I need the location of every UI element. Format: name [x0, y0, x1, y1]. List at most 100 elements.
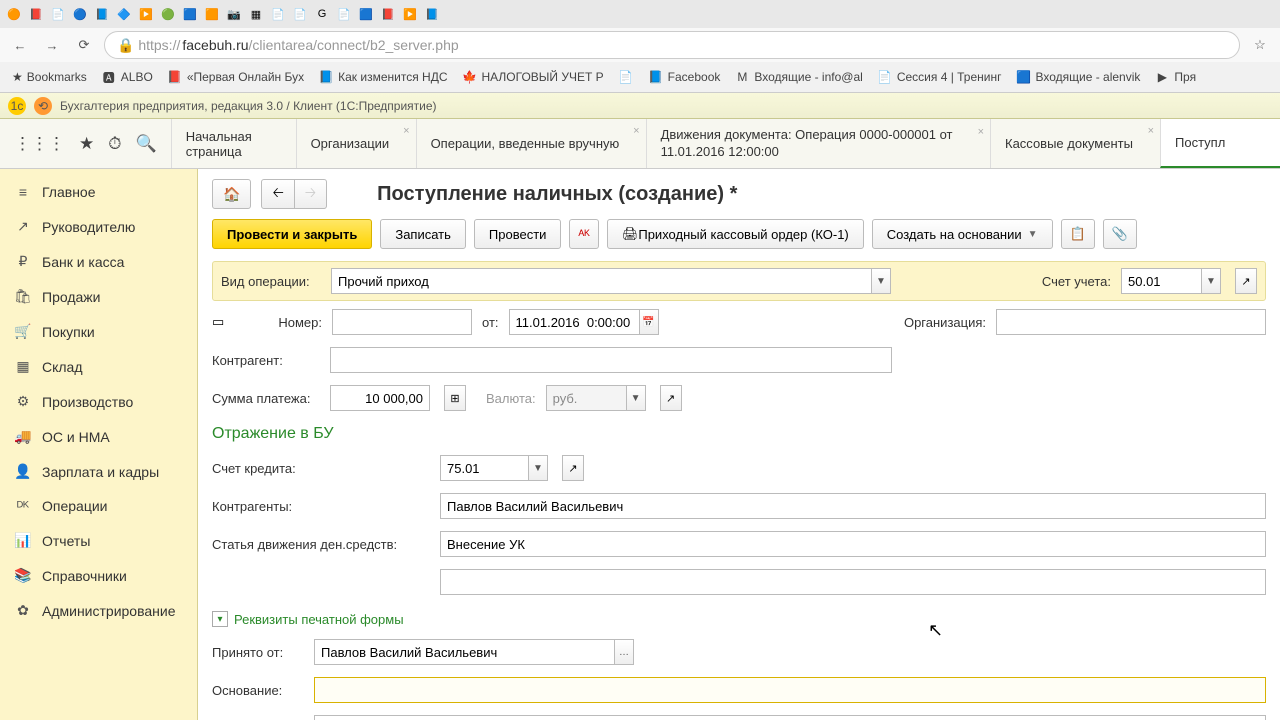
close-icon[interactable]: × — [1148, 125, 1154, 137]
app-tabbar: ⋮⋮⋮ ★ ⏱ 🔍 Начальная страница Организации… — [0, 119, 1280, 169]
post-close-button[interactable]: Провести и закрыть — [212, 219, 372, 249]
dk-button[interactable]: ᴬᴷ — [569, 219, 598, 249]
bookmark[interactable]: 🍁НАЛОГОВЫЙ УЧЕТ Р — [457, 67, 607, 87]
op-type-input[interactable] — [331, 268, 871, 294]
chevron-down-icon[interactable]: ▼ — [871, 268, 891, 294]
tab-receipt[interactable]: Поступл — [1160, 119, 1280, 168]
sidebar-item-purchases[interactable]: 🛒Покупки — [0, 314, 197, 349]
ruble-icon: ₽ — [14, 253, 32, 270]
sidebar-item-warehouse[interactable]: ▦Склад — [0, 349, 197, 384]
amount-input[interactable] — [330, 385, 430, 411]
bookmark[interactable]: 🟦Входящие - alenvik — [1011, 67, 1144, 87]
settings-icon: ✿ — [14, 602, 32, 619]
close-icon[interactable]: × — [633, 125, 639, 137]
extra-input[interactable] — [440, 569, 1266, 595]
sidebar-item-sales[interactable]: 🛍Продажи — [0, 279, 197, 314]
app-close-icon[interactable]: ⟲ — [34, 97, 52, 115]
open-icon[interactable]: ↗ — [660, 385, 682, 411]
date-input[interactable] — [509, 309, 639, 335]
chevron-down-icon[interactable]: ▼ — [626, 385, 646, 411]
close-icon[interactable]: × — [403, 125, 409, 137]
sidebar-item-main[interactable]: ≡Главное — [0, 175, 197, 209]
menu-icon: ≡ — [14, 184, 32, 200]
sidebar-item-dictionaries[interactable]: 📚Справочники — [0, 558, 197, 593]
forward-icon[interactable]: → — [40, 33, 64, 57]
window-titlebar: 1c ⟲ Бухгалтерия предприятия, редакция 3… — [0, 93, 1280, 119]
close-icon[interactable]: × — [978, 125, 984, 139]
tab-orgs[interactable]: Организации× — [296, 119, 416, 168]
sidebar-item-operations[interactable]: ᴰᴷОперации — [0, 489, 197, 523]
bookmark[interactable]: 📄 — [614, 67, 638, 87]
chevron-down-icon[interactable]: ▼ — [528, 455, 548, 481]
sidebar-item-reports[interactable]: 📊Отчеты — [0, 523, 197, 558]
bookmark[interactable]: ▶Пря — [1150, 67, 1200, 87]
counterparty-input[interactable] — [330, 347, 892, 373]
org-label: Организация: — [904, 315, 986, 330]
basis-input[interactable] — [314, 677, 1266, 703]
tab-cash-docs[interactable]: Кассовые документы× — [990, 119, 1160, 168]
lock-icon: 🔒 — [117, 37, 134, 54]
save-button[interactable]: Записать — [380, 219, 466, 249]
reload-icon[interactable]: ⟳ — [72, 33, 96, 57]
dk-icon: ᴰᴷ — [14, 498, 32, 514]
open-icon[interactable]: ↗ — [1235, 268, 1257, 294]
history-icon[interactable]: ⏱ — [108, 134, 121, 154]
bookmark[interactable]: 🅰ALBO — [97, 67, 157, 87]
currency-label: Валюта: — [486, 391, 536, 406]
address-row: ← → ⟳ 🔒 https:// facebuh.ru /clientarea/… — [0, 28, 1280, 62]
tab-home[interactable]: Начальная страница — [171, 119, 296, 168]
received-input[interactable] — [314, 639, 614, 665]
account-input[interactable] — [1121, 268, 1201, 294]
tab-doc-movements[interactable]: Движения документа: Операция 0000-000001… — [646, 119, 990, 168]
attach-button[interactable]: 📎 — [1103, 219, 1137, 249]
sidebar-item-bank[interactable]: ₽Банк и касса — [0, 244, 197, 279]
nav-back-button[interactable]: 🡠 — [261, 179, 294, 209]
credit-acc-input[interactable] — [440, 455, 528, 481]
grid-icon: ▦ — [14, 358, 32, 375]
sidebar: ≡Главное ↗Руководителю ₽Банк и касса 🛍Пр… — [0, 169, 198, 720]
post-button[interactable]: Провести — [474, 219, 562, 249]
tab-manual-ops[interactable]: Операции, введенные вручную× — [416, 119, 646, 168]
sidebar-item-admin[interactable]: ✿Администрирование — [0, 593, 197, 628]
sidebar-item-hr[interactable]: 👤Зарплата и кадры — [0, 454, 197, 489]
page-title: Поступление наличных (создание) * — [377, 183, 737, 206]
browser-chrome: 🟠📕📄 🔵📘🔷 ▶️🟢🟦 🟧📷▦ 📄📄G 📄🟦📕 ▶️📘 ← → ⟳ 🔒 htt… — [0, 0, 1280, 93]
print-requisites-toggle[interactable]: ▾ Реквизиты печатной формы — [212, 611, 1266, 627]
bookmark[interactable]: 📘Facebook — [644, 67, 725, 87]
dds-input[interactable] — [440, 531, 1266, 557]
operation-type-row: Вид операции: ▼ Счет учета: ▼ ↗ — [212, 261, 1266, 301]
toolbar: Провести и закрыть Записать Провести ᴬᴷ … — [212, 219, 1266, 249]
pko-button[interactable]: 🖨 Приходный кассовый ордер (КО-1) — [607, 219, 864, 249]
ellipsis-icon[interactable]: … — [614, 639, 634, 665]
back-icon[interactable]: ← — [8, 33, 32, 57]
star-icon[interactable]: ☆ — [1248, 33, 1272, 57]
create-based-button[interactable]: Создать на основании▼ — [872, 219, 1053, 249]
bag-icon: 🛍 — [14, 288, 32, 305]
favorite-icon[interactable]: ★ — [79, 134, 94, 154]
number-label: Номер: — [240, 315, 322, 330]
calculator-icon[interactable]: ⊞ — [444, 385, 466, 411]
nav-forward-button[interactable]: 🡢 — [295, 179, 327, 209]
search-icon[interactable]: 🔍 — [136, 134, 157, 154]
chevron-down-icon[interactable]: ▼ — [1201, 268, 1221, 294]
number-input[interactable] — [332, 309, 472, 335]
bookmark[interactable]: 📘Как изменится НДС — [314, 67, 451, 87]
app-window: 1c ⟲ Бухгалтерия предприятия, редакция 3… — [0, 93, 1280, 720]
attach-input[interactable] — [314, 715, 1266, 720]
org-input[interactable] — [996, 309, 1266, 335]
address-bar[interactable]: 🔒 https:// facebuh.ru /clientarea/connec… — [104, 31, 1240, 59]
home-button[interactable]: 🏠 — [212, 179, 251, 209]
bookmark[interactable]: 📄Сессия 4 | Тренинг — [873, 67, 1006, 87]
sidebar-item-manager[interactable]: ↗Руководителю — [0, 209, 197, 244]
bookmark[interactable]: 📕«Первая Онлайн Бух — [163, 67, 308, 87]
sidebar-item-assets[interactable]: 🚚ОС и НМА — [0, 419, 197, 454]
calendar-icon[interactable]: 📅 — [639, 309, 659, 335]
counterparties-input[interactable] — [440, 493, 1266, 519]
sidebar-item-production[interactable]: ⚙Производство — [0, 384, 197, 419]
report-button[interactable]: 📋 — [1061, 219, 1095, 249]
apps-icon[interactable]: ⋮⋮⋮ — [14, 134, 65, 154]
bookmarks-star[interactable]: ★ Bookmarks — [8, 68, 91, 86]
bookmark[interactable]: MВходящие - info@al — [730, 67, 866, 87]
content-area: 🏠 🡠 🡢 Поступление наличных (создание) * … — [198, 169, 1280, 720]
open-icon[interactable]: ↗ — [562, 455, 584, 481]
